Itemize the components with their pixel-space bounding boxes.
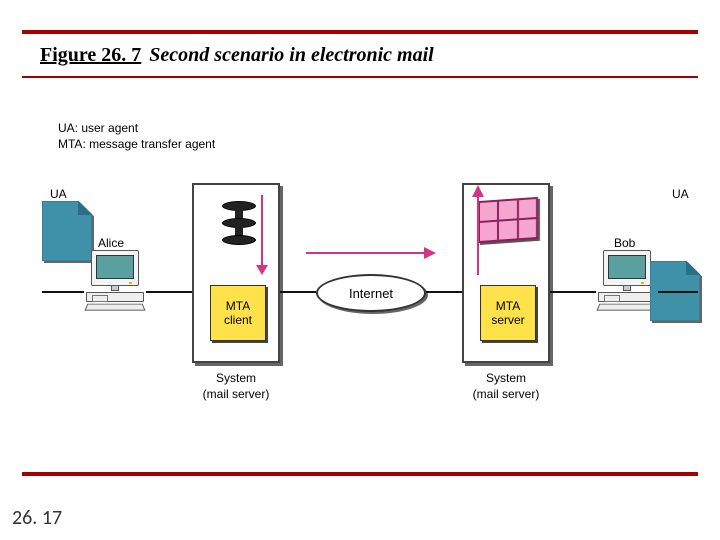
arrow-spool-down-icon	[254, 195, 270, 278]
figure-title: Figure 26. 7 Second scenario in electron…	[40, 44, 434, 67]
legend: UA: user agent MTA: message transfer age…	[58, 120, 215, 152]
link-srv-bob	[550, 291, 596, 293]
link-bob-ua	[658, 291, 698, 293]
computer-alice-icon	[84, 250, 146, 311]
figure-caption: Second scenario in electronic mail	[149, 44, 433, 67]
rule-bottom	[22, 472, 698, 476]
ua-left-label: UA	[50, 187, 67, 201]
alice-label: Alice	[98, 236, 124, 250]
link-alice-srv	[146, 291, 192, 293]
mail-server-right-label: System (mail server)	[462, 371, 550, 402]
legend-ua: UA: user agent	[58, 120, 215, 136]
mta-client-box: MTA client	[210, 285, 266, 341]
ua-right-label: UA	[672, 187, 689, 201]
spool-icon	[222, 201, 256, 246]
arrow-store-up-icon	[470, 185, 486, 278]
mail-server-left-label: System (mail server)	[192, 371, 280, 402]
rule-title	[22, 76, 698, 78]
link-srv-inet-l	[280, 291, 316, 293]
system-label-left: System	[192, 371, 280, 387]
diagram: UA: user agent MTA: message transfer age…	[22, 105, 698, 415]
page-number: 26. 17	[12, 506, 62, 530]
figure-number: Figure 26. 7	[40, 44, 141, 67]
mailboxes-icon	[478, 197, 538, 243]
internet-node: Internet	[316, 274, 426, 312]
legend-mta: MTA: message transfer agent	[58, 136, 215, 152]
link-inet-srv-r	[426, 291, 462, 293]
computer-bob-icon	[596, 250, 658, 311]
mta-server-box: MTA server	[480, 285, 536, 341]
internet-label: Internet	[349, 286, 393, 301]
mta-client-label: MTA client	[224, 299, 252, 328]
mail-server-sub-right: (mail server)	[462, 387, 550, 403]
mta-server-label: MTA server	[491, 299, 524, 328]
bob-label: Bob	[614, 236, 635, 250]
mail-server-sub-left: (mail server)	[192, 387, 280, 403]
arrow-send-right-icon	[306, 245, 436, 264]
link-ua-alice	[42, 291, 84, 293]
system-label-right: System	[462, 371, 550, 387]
rule-top	[22, 30, 698, 34]
